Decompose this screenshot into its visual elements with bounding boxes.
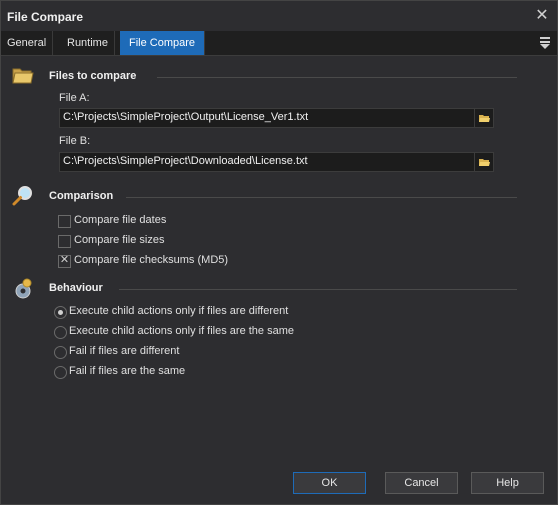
section-divider: [126, 197, 517, 198]
radio-different[interactable]: [54, 306, 67, 319]
cancel-button[interactable]: Cancel: [385, 472, 458, 494]
help-button[interactable]: Help: [471, 472, 544, 494]
dialog-footer: OK Cancel Help: [1, 457, 557, 504]
folder-open-icon: [479, 159, 490, 166]
close-icon[interactable]: ✕: [531, 5, 553, 27]
tab-menu-icon[interactable]: [539, 35, 551, 49]
tab-bar: General Runtime File Compare: [1, 31, 557, 56]
file-b-field[interactable]: C:\Projects\SimpleProject\Downloaded\Lic…: [59, 152, 494, 172]
tab-general[interactable]: General: [1, 31, 54, 55]
checkbox-label[interactable]: Compare file dates: [74, 214, 166, 226]
folder-open-icon: [479, 115, 490, 122]
radio-fail-different[interactable]: [54, 346, 67, 359]
checkbox-compare-dates[interactable]: [58, 215, 71, 228]
title-bar: File Compare ✕: [1, 1, 557, 31]
checkbox-compare-sizes[interactable]: [58, 235, 71, 248]
radio-label[interactable]: Fail if files are different: [69, 345, 179, 357]
magnifier-icon: [11, 184, 35, 208]
radio-fail-same[interactable]: [54, 366, 67, 379]
section-title-behaviour: Behaviour: [49, 282, 103, 294]
file-a-label: File A:: [59, 92, 90, 104]
file-a-field[interactable]: C:\Projects\SimpleProject\Output\License…: [59, 108, 494, 128]
browse-file-b-button[interactable]: [474, 153, 493, 171]
checkbox-compare-checksums[interactable]: ✕: [58, 254, 71, 268]
file-b-label: File B:: [59, 135, 91, 147]
folder-icon: [11, 63, 35, 87]
ok-button[interactable]: OK: [293, 472, 366, 494]
radio-dot: [58, 310, 63, 315]
radio-label[interactable]: Fail if files are the same: [69, 365, 185, 377]
radio-label[interactable]: Execute child actions only if files are …: [69, 325, 294, 337]
file-a-value[interactable]: C:\Projects\SimpleProject\Output\License…: [63, 111, 308, 123]
window-title: File Compare: [7, 10, 84, 24]
section-divider: [119, 289, 517, 290]
section-title-files: Files to compare: [49, 70, 137, 82]
file-b-value[interactable]: C:\Projects\SimpleProject\Downloaded\Lic…: [63, 155, 308, 167]
checkbox-label[interactable]: Compare file sizes: [74, 234, 164, 246]
checkbox-label[interactable]: Compare file checksums (MD5): [74, 254, 228, 266]
radio-same[interactable]: [54, 326, 67, 339]
tab-runtime[interactable]: Runtime: [61, 31, 115, 55]
section-divider: [157, 77, 517, 78]
radio-label[interactable]: Execute child actions only if files are …: [69, 305, 288, 317]
tab-content: Files to compare File A: C:\Projects\Sim…: [1, 56, 557, 456]
gear-icon: [11, 277, 35, 301]
browse-file-a-button[interactable]: [474, 109, 493, 127]
check-mark-icon: ✕: [59, 254, 70, 266]
section-title-comparison: Comparison: [49, 190, 114, 202]
tab-file-compare[interactable]: File Compare: [120, 31, 206, 55]
file-compare-dialog: File Compare ✕ General Runtime File Comp…: [0, 0, 558, 505]
